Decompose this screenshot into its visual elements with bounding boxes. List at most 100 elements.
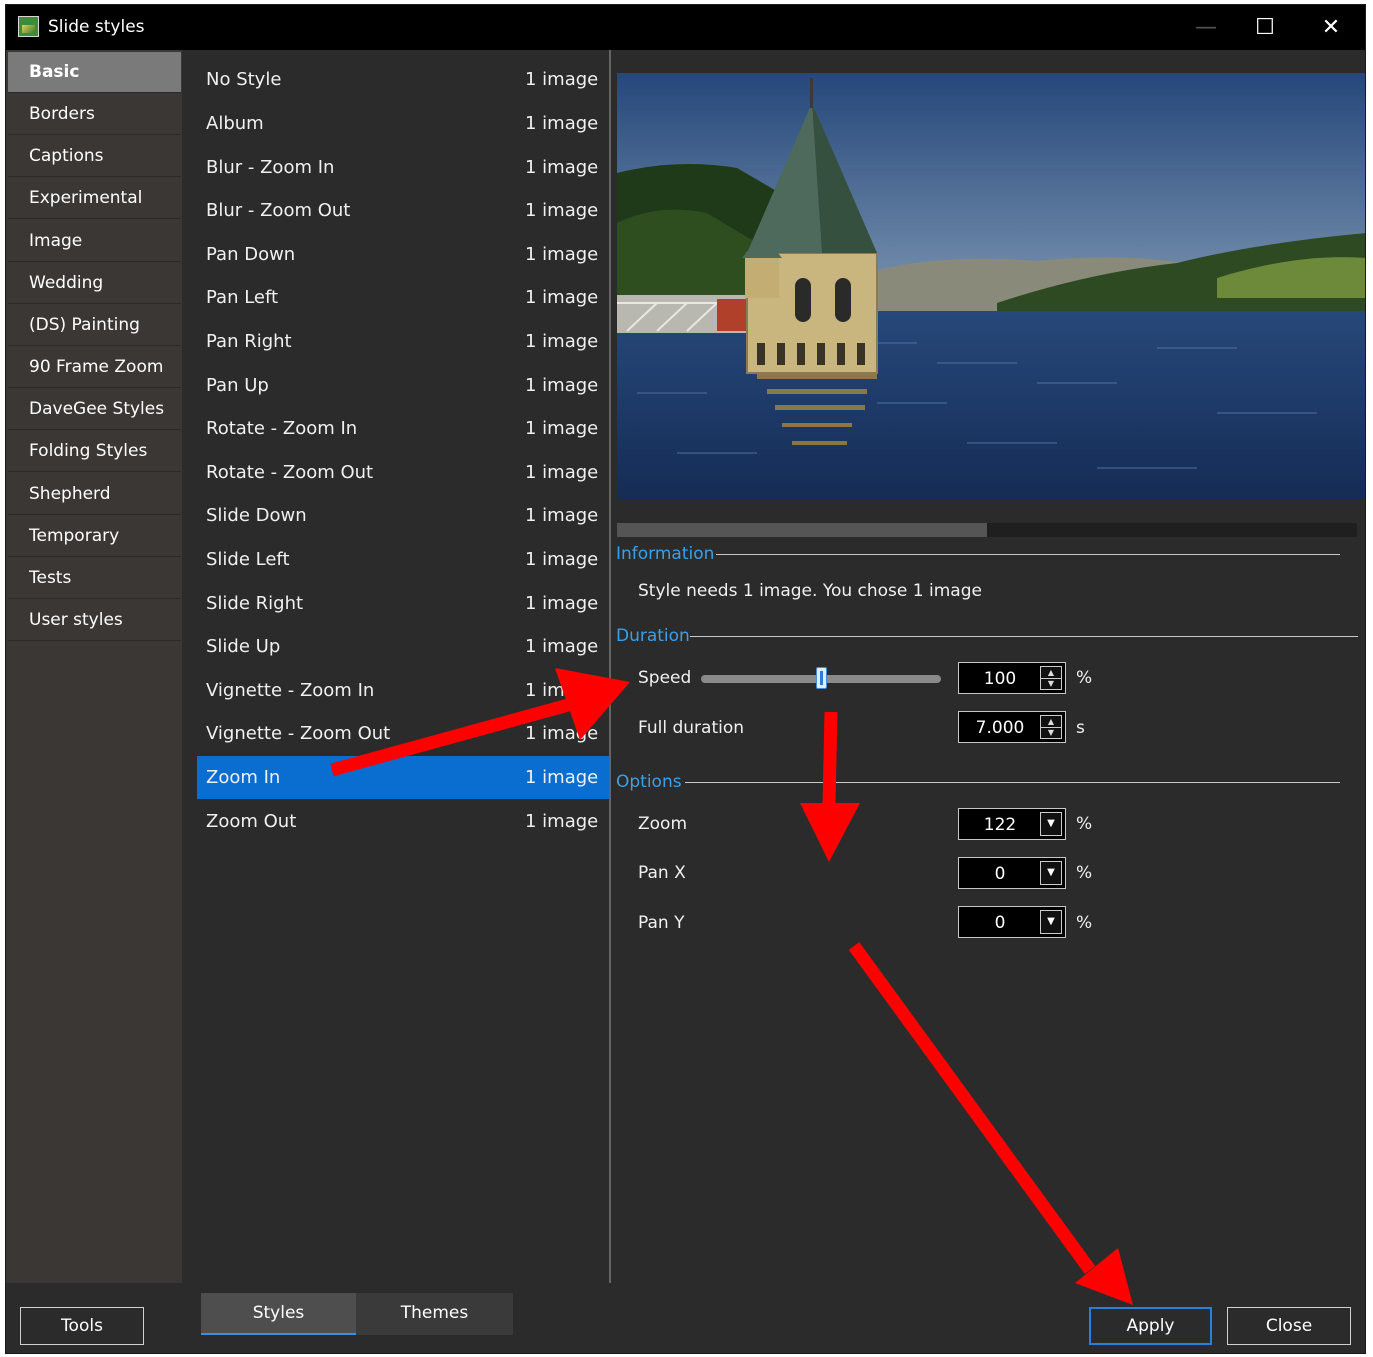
preview-scrollbar[interactable]	[617, 523, 1357, 537]
full-duration-spinner[interactable]: ▲ ▼	[1040, 715, 1062, 739]
style-count: 1 image	[525, 418, 599, 439]
full-duration-label: Full duration	[638, 718, 745, 738]
category-image[interactable]: Image	[8, 221, 181, 262]
zoom-value: 122	[983, 815, 1017, 835]
style-name: Pan Down	[206, 244, 296, 265]
style-name: Vignette - Zoom Out	[206, 723, 391, 744]
category-ds-painting[interactable]: (DS) Painting	[8, 305, 181, 346]
style-row-selected[interactable]: Zoom In 1 image	[197, 756, 609, 799]
tab-themes[interactable]: Themes	[356, 1293, 513, 1335]
category-temporary[interactable]: Temporary	[8, 516, 181, 557]
close-button[interactable]: Close	[1227, 1307, 1351, 1345]
chevron-down-icon[interactable]: ▼	[1040, 861, 1062, 885]
style-count: 1 image	[525, 287, 599, 308]
style-row[interactable]: Slide Right 1 image	[197, 582, 609, 625]
list-divider	[609, 50, 611, 1283]
style-row[interactable]: Pan Left 1 image	[197, 276, 609, 319]
apply-button[interactable]: Apply	[1089, 1307, 1212, 1345]
spin-down-icon[interactable]: ▼	[1041, 727, 1061, 738]
full-duration-input[interactable]: 7.000 ▲ ▼	[958, 711, 1066, 743]
category-tests[interactable]: Tests	[8, 558, 181, 599]
style-name: Slide Down	[206, 505, 307, 526]
style-preview-image	[617, 73, 1365, 499]
style-row[interactable]: Rotate - Zoom Out 1 image	[197, 451, 609, 494]
category-borders[interactable]: Borders	[8, 94, 181, 135]
preview-scrollbar-thumb[interactable]	[617, 523, 987, 537]
chevron-down-icon[interactable]: ▼	[1040, 910, 1062, 934]
window-title: Slide styles	[48, 17, 145, 37]
pan-x-combobox[interactable]: 0 ▼	[958, 857, 1066, 889]
pan-y-unit: %	[1076, 913, 1093, 933]
style-row[interactable]: Blur - Zoom In 1 image	[197, 146, 609, 189]
slide-styles-window: Slide styles — ☐ ✕ Basic Borders Caption…	[5, 4, 1366, 1354]
style-row[interactable]: Album 1 image	[197, 102, 609, 145]
style-count: 1 image	[525, 593, 599, 614]
style-row[interactable]: Zoom Out 1 image	[197, 800, 609, 843]
category-folding-styles[interactable]: Folding Styles	[8, 431, 181, 472]
style-count: 1 image	[525, 680, 599, 701]
category-basic[interactable]: Basic	[8, 52, 181, 93]
pan-x-value: 0	[994, 864, 1006, 884]
style-count: 1 image	[525, 69, 599, 90]
zoom-combobox[interactable]: 122 ▼	[958, 808, 1066, 840]
category-davegee-styles[interactable]: DaveGee Styles	[8, 389, 181, 430]
category-user-styles[interactable]: User styles	[8, 600, 181, 641]
options-divider	[685, 782, 1340, 783]
style-name: Pan Up	[206, 375, 269, 396]
category-wedding[interactable]: Wedding	[8, 263, 181, 304]
category-captions[interactable]: Captions	[8, 136, 181, 177]
style-row[interactable]: Slide Up 1 image	[197, 625, 609, 668]
style-row[interactable]: Pan Up 1 image	[197, 364, 609, 407]
style-count: 1 image	[525, 331, 599, 352]
style-row[interactable]: Pan Down 1 image	[197, 233, 609, 276]
minimize-button[interactable]: —	[1176, 5, 1236, 50]
speed-value: 100	[983, 669, 1017, 689]
pan-y-value: 0	[994, 913, 1006, 933]
pan-y-combobox[interactable]: 0 ▼	[958, 906, 1066, 938]
category-shepherd[interactable]: Shepherd	[8, 474, 181, 515]
information-heading: Information	[616, 544, 715, 564]
category-90-frame-zoom[interactable]: 90 Frame Zoom	[8, 347, 181, 388]
speed-spinner[interactable]: ▲ ▼	[1040, 666, 1062, 690]
chevron-down-icon[interactable]: ▼	[1040, 812, 1062, 836]
speed-input[interactable]: 100 ▲ ▼	[958, 662, 1066, 694]
tab-styles[interactable]: Styles	[201, 1293, 356, 1335]
style-name: Blur - Zoom Out	[206, 200, 351, 221]
category-experimental[interactable]: Experimental	[8, 178, 181, 219]
style-count: 1 image	[525, 723, 599, 744]
options-heading: Options	[616, 772, 682, 792]
style-count: 1 image	[525, 549, 599, 570]
style-row[interactable]: Rotate - Zoom In 1 image	[197, 407, 609, 450]
pan-x-label: Pan X	[638, 863, 686, 883]
style-name: Zoom In	[206, 767, 281, 788]
pan-x-unit: %	[1076, 863, 1093, 883]
style-row[interactable]: Pan Right 1 image	[197, 320, 609, 363]
tools-button[interactable]: Tools	[20, 1307, 144, 1345]
maximize-button[interactable]: ☐	[1235, 5, 1295, 50]
style-name: Pan Left	[206, 287, 279, 308]
spin-down-icon[interactable]: ▼	[1041, 678, 1061, 689]
style-count: 1 image	[525, 505, 599, 526]
speed-label: Speed	[638, 668, 692, 688]
style-row[interactable]: Blur - Zoom Out 1 image	[197, 189, 609, 232]
style-count: 1 image	[525, 113, 599, 134]
style-name: Vignette - Zoom In	[206, 680, 375, 701]
style-row[interactable]: Slide Left 1 image	[197, 538, 609, 581]
style-name: No Style	[206, 69, 282, 90]
full-duration-value: 7.000	[975, 718, 1025, 738]
style-row[interactable]: No Style 1 image	[197, 58, 609, 101]
speed-slider-thumb[interactable]	[816, 667, 827, 689]
style-row[interactable]: Slide Down 1 image	[197, 494, 609, 537]
style-row[interactable]: Vignette - Zoom In 1 image	[197, 669, 609, 712]
style-name: Album	[206, 113, 264, 134]
close-window-button[interactable]: ✕	[1301, 5, 1361, 50]
style-name: Blur - Zoom In	[206, 157, 335, 178]
tower-landscape-photo	[617, 73, 1365, 499]
information-text: Style needs 1 image. You chose 1 image	[638, 581, 982, 601]
information-divider	[716, 554, 1340, 555]
speed-unit: %	[1076, 668, 1093, 688]
style-count: 1 image	[525, 636, 599, 657]
style-name: Zoom Out	[206, 811, 297, 832]
style-row[interactable]: Vignette - Zoom Out 1 image	[197, 712, 609, 755]
pan-y-label: Pan Y	[638, 913, 685, 933]
